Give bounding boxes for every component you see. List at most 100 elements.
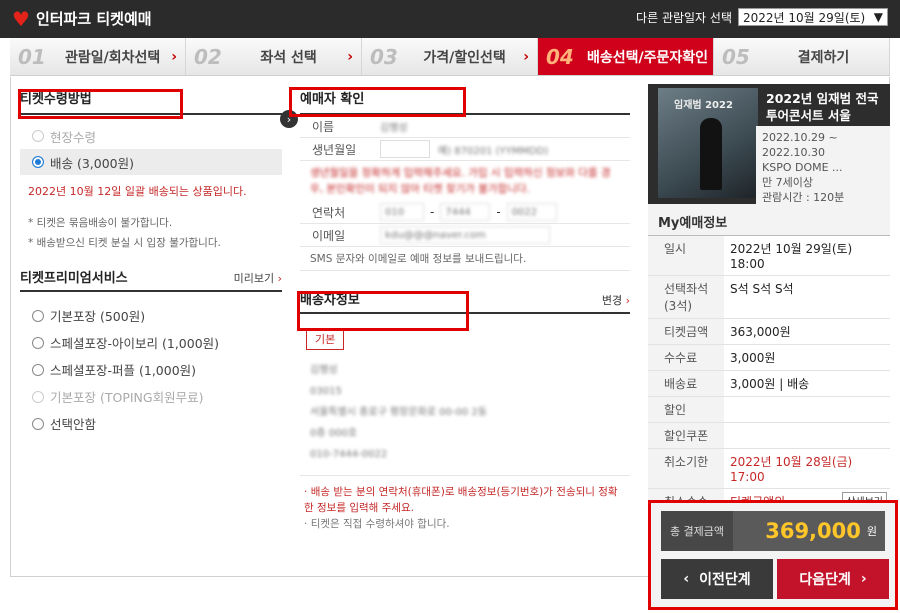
step-4[interactable]: 04 배송선택/주문자확인 — [538, 38, 714, 75]
poster-figure — [700, 118, 722, 190]
radio-icon — [32, 363, 44, 376]
radio-icon — [32, 390, 44, 403]
left-panel: 티켓수령방법 현장수령 배송 (3,000원) 2022년 10월 12일 일괄… — [20, 88, 282, 548]
booking-row: 선택좌석 (3석) S석 S석 S석 — [648, 276, 890, 319]
arrow-right-icon: › — [523, 48, 529, 65]
chevron-right-icon: › — [277, 272, 282, 285]
next-label: 다음단계 — [799, 572, 851, 588]
phone-label: 연락처 — [312, 205, 346, 220]
delivery-notice: 2022년 10월 12일 일괄 배송되는 상품입니다. — [28, 185, 247, 198]
performance-venue: KSPO DOME ... — [762, 161, 843, 174]
radio-icon — [32, 309, 44, 322]
phone-input-1[interactable]: 010 — [380, 203, 424, 221]
radio-selected-icon — [32, 156, 44, 168]
prev-step-button[interactable]: ‹ 이전단계 — [661, 559, 773, 599]
highlight-box — [289, 87, 466, 117]
row-key: 할인쿠폰 — [648, 423, 724, 448]
top-bar: ♥ 인터파크 티켓예매 다른 관람일자 선택 2022년 10월 29일(토) … — [0, 0, 900, 38]
step-label: 배송선택/주문자확인 — [586, 49, 709, 66]
heart-icon: ♥ — [12, 6, 30, 31]
total-payment-box: 총 결제금액 369,000 원 ‹ 이전단계 다음단계 › — [648, 500, 898, 610]
dash: - — [496, 205, 501, 219]
row-value: 3,000원 | 배송 — [730, 377, 810, 391]
step-number: 03 — [370, 44, 398, 69]
name-value: 김행성 — [380, 122, 408, 134]
total-value: 369,000 — [765, 519, 861, 543]
change-label: 변경 — [601, 294, 623, 307]
date-change-label: 다른 관람일자 선택 — [636, 10, 732, 25]
shipping-address: 김행성 03015 서울특별시 종로구 평창문화로 00-00 2동 0층 00… — [300, 350, 630, 475]
premium-option[interactable]: 스페셜포장-아이보리 (1,000원) — [20, 329, 282, 356]
arrow-right-icon: › — [171, 48, 177, 65]
birth-hint: 예) 870201 (YYMMDD) — [438, 145, 549, 157]
premium-title: 티켓프리미엄서비스 — [20, 271, 128, 286]
row-value: 2022년 10월 28일(금) 17:00 — [730, 455, 853, 484]
poster-image: 임재범 2022 — [658, 88, 758, 198]
option-label: 기본포장 (500원) — [50, 309, 146, 324]
date-select[interactable]: 2022년 10월 29일(토) ▼ — [738, 8, 888, 26]
row-key: 수수료 — [648, 345, 724, 370]
phone-input-3[interactable]: 0022 — [506, 203, 557, 221]
address-line: 03015 — [310, 386, 342, 397]
email-label: 이메일 — [312, 228, 346, 243]
step-label: 결제하기 — [797, 49, 850, 66]
step-5[interactable]: 05 결제하기 — [714, 38, 890, 75]
booking-row: 일시 2022년 10월 29일(토) 18:00 — [648, 236, 890, 276]
premium-option[interactable]: 기본포장 (500원) — [20, 302, 282, 329]
receive-option-onsite[interactable]: 현장수령 — [20, 123, 282, 149]
booking-row: 할인쿠폰 — [648, 423, 890, 449]
address-line: 김행성 — [310, 365, 338, 376]
row-key: 배송료 — [648, 371, 724, 396]
receive-option-delivery[interactable]: 배송 (3,000원) — [20, 149, 282, 175]
birth-warning: 생년월일을 정확하게 입력해주세요. 가입 시 입력하신 정보와 다를 경우, … — [310, 167, 611, 195]
premium-option[interactable]: 스페셜포장-퍼플 (1,000원) — [20, 356, 282, 383]
performance-age: 만 7세이상 — [762, 176, 813, 189]
highlight-box — [18, 89, 183, 119]
row-value: 3,000원 — [730, 351, 776, 365]
step-label: 좌석 선택 — [260, 49, 317, 66]
chevron-left-icon: ‹ — [683, 571, 690, 587]
brand-logo[interactable]: ♥ 인터파크 티켓예매 — [12, 8, 152, 29]
performance-runtime: 관람시간 : 120분 — [762, 191, 845, 204]
row-key: 선택좌석 (3석) — [648, 276, 724, 318]
next-step-button[interactable]: 다음단계 › — [777, 559, 889, 599]
radio-icon — [32, 417, 44, 430]
performance-meta: 2022.10.29 ~ 2022.10.30 KSPO DOME ... 만 … — [756, 126, 890, 206]
total-unit: 원 — [866, 525, 877, 538]
option-label: 기본포장 (TOPING회원무료) — [50, 390, 204, 405]
note-text: 티켓은 직접 수령하셔야 합니다. — [310, 518, 450, 530]
step-number: 01 — [18, 44, 46, 69]
step-1[interactable]: 01 관람일/회차선택 › — [10, 38, 186, 75]
shipping-notes: · 배송 받는 분의 연락처(휴대폰)로 배송정보(등기번호)가 전송되니 정확… — [300, 475, 630, 540]
default-address-badge[interactable]: 기본 — [306, 328, 345, 350]
step-label: 관람일/회차선택 — [64, 49, 161, 66]
premium-option[interactable]: 선택안함 — [20, 410, 282, 437]
birth-input[interactable] — [380, 140, 430, 158]
email-row: 이메일 kdu@@@naver.com — [300, 224, 630, 247]
step-number: 05 — [722, 44, 750, 69]
performance-period: 2022.10.29 ~ 2022.10.30 — [762, 131, 838, 159]
row-value: S석 S석 S석 — [730, 282, 794, 296]
row-value — [724, 397, 890, 422]
step-3[interactable]: 03 가격/할인선택 › — [362, 38, 538, 75]
premium-header: 티켓프리미엄서비스 미리보기 › — [20, 267, 282, 292]
step-number: 04 — [546, 44, 574, 69]
booking-row: 수수료 3,000원 — [648, 345, 890, 371]
total-amount: 총 결제금액 369,000 원 — [661, 511, 885, 551]
chevron-down-icon: ▼ — [873, 10, 883, 24]
chevron-right-icon: › — [625, 294, 630, 307]
phone-input-2[interactable]: 7444 — [440, 203, 491, 221]
step-2[interactable]: 02 좌석 선택 › — [186, 38, 362, 75]
name-label: 이름 — [312, 119, 335, 134]
premium-option[interactable]: 기본포장 (TOPING회원무료) — [20, 383, 282, 410]
shipping-change-link[interactable]: 변경 › — [602, 292, 630, 308]
email-input[interactable]: kdu@@@naver.com — [380, 226, 550, 244]
step-label: 가격/할인선택 — [423, 49, 506, 66]
address-line: 0층 000호 — [310, 428, 358, 439]
row-value — [724, 423, 890, 448]
preview-link[interactable]: 미리보기 › — [234, 270, 282, 286]
note-text: 배송 받는 분의 연락처(휴대폰)로 배송정보(등기번호)가 전송되니 정확한 … — [304, 486, 618, 514]
total-label: 총 결제금액 — [661, 511, 733, 551]
booking-row: 티켓금액 363,000원 — [648, 319, 890, 345]
option-label: 스페셜포장-퍼플 (1,000원) — [50, 363, 197, 378]
